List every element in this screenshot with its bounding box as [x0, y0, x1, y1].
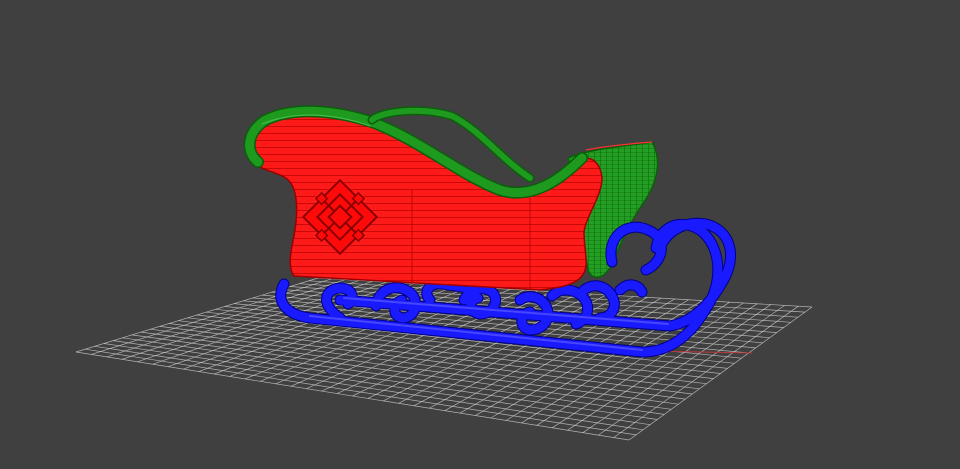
viewport-canvas[interactable]	[0, 0, 960, 469]
3d-viewport[interactable]	[0, 0, 960, 469]
